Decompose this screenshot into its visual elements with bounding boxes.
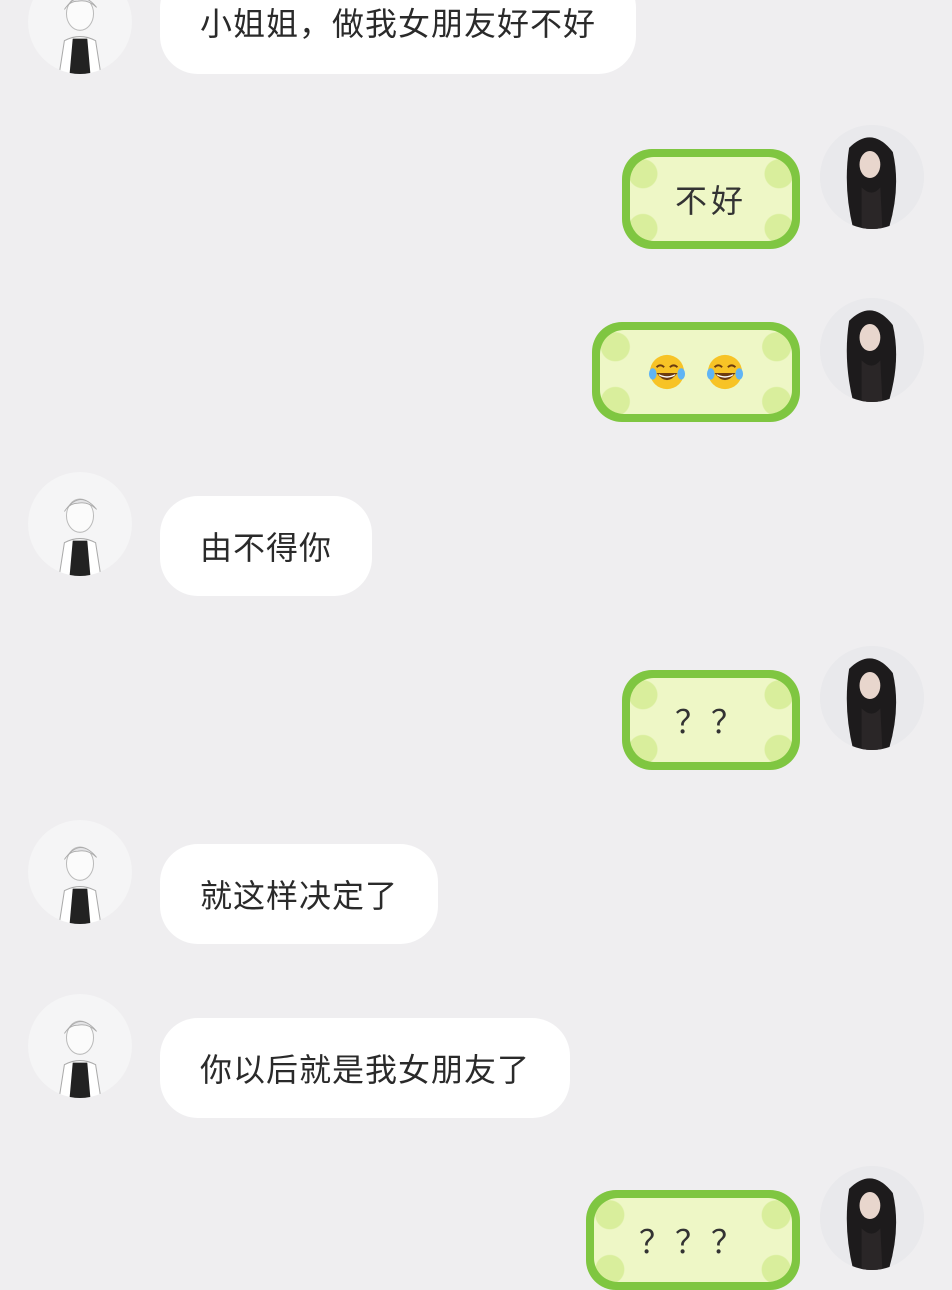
avatar[interactable] bbox=[820, 125, 924, 229]
message-bubble[interactable]: ？？ bbox=[622, 670, 800, 770]
message-row bbox=[0, 298, 952, 422]
message-row: ？？？ bbox=[0, 1166, 952, 1290]
message-text: 你以后就是我女朋友了 bbox=[200, 1051, 531, 1089]
woman-photo-avatar-icon bbox=[820, 646, 924, 750]
message-text: 小姐姐，做我女朋友好不好 bbox=[200, 5, 597, 43]
message-bubble[interactable]: 小姐姐，做我女朋友好不好 bbox=[160, 0, 637, 74]
message-bubble[interactable]: ？？？ bbox=[586, 1190, 800, 1290]
face-with-tears-of-joy-icon bbox=[706, 354, 744, 390]
message-row: 小姐姐，做我女朋友好不好 bbox=[0, 0, 952, 80]
avatar[interactable] bbox=[820, 646, 924, 750]
face-with-tears-of-joy-icon bbox=[648, 354, 686, 390]
anime-boy-avatar-icon bbox=[28, 820, 132, 924]
message-bubble[interactable]: 由不得你 bbox=[160, 496, 373, 596]
avatar[interactable] bbox=[820, 1166, 924, 1270]
message-bubble[interactable]: 你以后就是我女朋友了 bbox=[160, 1018, 571, 1118]
message-row: 就这样决定了 bbox=[0, 820, 952, 944]
message-text: 不好 bbox=[674, 182, 747, 220]
message-bubble[interactable]: 就这样决定了 bbox=[160, 844, 439, 944]
avatar[interactable] bbox=[28, 994, 132, 1098]
message-text: ？？？ bbox=[638, 1223, 747, 1261]
woman-photo-avatar-icon bbox=[820, 298, 924, 402]
avatar[interactable] bbox=[28, 820, 132, 924]
avatar[interactable] bbox=[28, 472, 132, 576]
message-row: ？？ bbox=[0, 646, 952, 770]
message-row: 不好 bbox=[0, 125, 952, 249]
message-bubble[interactable]: 不好 bbox=[622, 149, 800, 249]
message-text: 由不得你 bbox=[200, 529, 333, 567]
avatar[interactable] bbox=[820, 298, 924, 402]
message-bubble[interactable] bbox=[592, 322, 800, 422]
anime-boy-avatar-icon bbox=[28, 0, 132, 74]
message-row: 由不得你 bbox=[0, 472, 952, 596]
woman-photo-avatar-icon bbox=[820, 125, 924, 229]
message-text: 就这样决定了 bbox=[200, 877, 399, 915]
anime-boy-avatar-icon bbox=[28, 472, 132, 576]
anime-boy-avatar-icon bbox=[28, 994, 132, 1098]
message-text: ？？ bbox=[674, 703, 747, 741]
avatar[interactable] bbox=[28, 0, 132, 74]
message-row: 你以后就是我女朋友了 bbox=[0, 994, 952, 1118]
woman-photo-avatar-icon bbox=[820, 1166, 924, 1270]
